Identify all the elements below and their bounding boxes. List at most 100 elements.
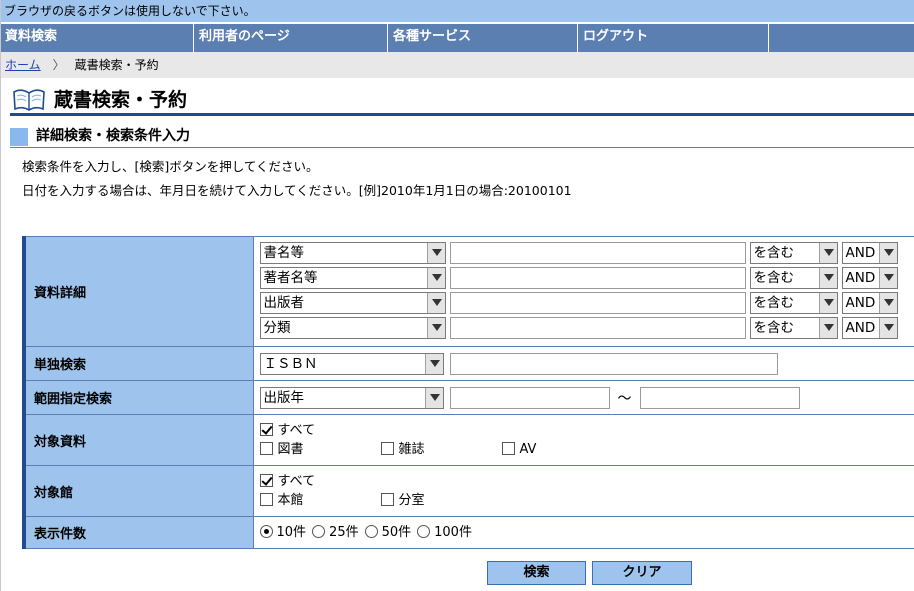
chevron-down-icon [878, 268, 897, 288]
page-edge [0, 0, 1, 591]
field-select[interactable]: 著者名等 [259, 267, 446, 289]
radio-icon [312, 525, 326, 538]
single-field-select[interactable]: ＩＳＢＮ [259, 352, 444, 375]
clear-button[interactable]: クリア [592, 561, 692, 585]
page-title: 蔵書検索・予約 [54, 89, 188, 111]
checkbox-icon [259, 442, 273, 455]
count-label: 表示件数 [22, 516, 254, 549]
section-title-bar: 詳細検索・検索条件入力 [10, 126, 914, 148]
range-search-label: 範囲指定検索 [22, 380, 254, 415]
match-select[interactable]: を含む [749, 267, 838, 289]
material-all-checkbox[interactable]: すべて [259, 421, 315, 440]
operator-select[interactable]: AND [841, 317, 898, 339]
match-select[interactable]: を含む [749, 317, 838, 339]
range-from-input[interactable] [449, 386, 610, 409]
detail-condition-row: 出版者 を含む AND [259, 292, 914, 316]
chevron-down-icon [426, 268, 445, 288]
page-title-bar: 蔵書検索・予約 [10, 86, 914, 116]
nav-logout[interactable]: ログアウト [578, 22, 769, 52]
nav-services[interactable]: 各種サービス [388, 22, 578, 52]
library-main-checkbox[interactable]: 本館 [259, 491, 381, 510]
single-search-row: 単独検索 ＩＳＢＮ [22, 346, 914, 381]
detail-condition-row: 分類 を含む AND [259, 317, 914, 341]
material-magazine-checkbox[interactable]: 雑誌 [380, 440, 502, 459]
checkbox-icon [380, 493, 394, 506]
chevron-down-icon [818, 268, 837, 288]
keyword-input[interactable] [449, 292, 746, 314]
checkbox-icon [259, 493, 273, 506]
radio-selected-icon [259, 525, 273, 538]
material-row: 対象資料 すべて 図書 雑誌 AV [22, 414, 914, 466]
chevron-down-icon [426, 293, 445, 313]
library-options: すべて 本館 分室 [253, 465, 914, 517]
keyword-input[interactable] [449, 242, 746, 264]
range-search-row: 範囲指定検索 出版年 ～ [22, 380, 914, 415]
single-search-label: 単独検索 [22, 346, 254, 381]
chevron-down-icon [424, 387, 443, 408]
operator-select[interactable]: AND [841, 267, 898, 289]
count-10-radio[interactable]: 10件 [259, 523, 306, 542]
chevron-down-icon [878, 243, 897, 263]
checkbox-icon [501, 442, 515, 455]
library-row: 対象館 すべて 本館 分室 [22, 465, 914, 517]
field-select[interactable]: 出版者 [259, 292, 446, 314]
search-button[interactable]: 検索 [487, 561, 586, 585]
chevron-down-icon [878, 293, 897, 313]
nav-search[interactable]: 資料検索 [0, 22, 194, 52]
material-options: すべて 図書 雑誌 AV [253, 414, 914, 466]
material-book-checkbox[interactable]: 図書 [259, 440, 381, 459]
range-to-input[interactable] [639, 386, 800, 409]
chevron-down-icon [878, 318, 897, 338]
count-options: 10件 25件 50件 100件 [253, 516, 914, 549]
single-search-input[interactable] [449, 352, 778, 375]
breadcrumb: ホーム〉蔵書検索・予約 [0, 52, 914, 78]
detail-condition-row: 書名等 を含む AND [259, 242, 914, 266]
chevron-down-icon [818, 318, 837, 338]
count-25-radio[interactable]: 25件 [312, 523, 359, 542]
chevron-down-icon [426, 243, 445, 263]
operator-select[interactable]: AND [841, 242, 898, 264]
checkbox-checked-icon [259, 423, 273, 436]
range-field-select[interactable]: 出版年 [259, 386, 444, 409]
nav-user-page[interactable]: 利用者のページ [194, 22, 388, 52]
detail-search-row: 資料詳細 書名等 を含む AND 著者名等 を含む AND 出版者 を含む AND 分類 を含… [22, 236, 914, 347]
range-tilde: ～ [617, 390, 632, 407]
field-select[interactable]: 書名等 [259, 242, 446, 264]
single-search-fields: ＩＳＢＮ [253, 346, 914, 381]
chevron-down-icon [818, 243, 837, 263]
nav-filler [769, 22, 914, 52]
instruction-text-2: 日付を入力する場合は、年月日を続けて入力してください。[例]2010年1月1日の… [22, 183, 572, 198]
checkbox-icon [380, 442, 394, 455]
detail-label: 資料詳細 [22, 236, 254, 347]
checkbox-checked-icon [259, 474, 273, 487]
breadcrumb-home-link[interactable]: ホーム [5, 58, 41, 72]
keyword-input[interactable] [449, 267, 746, 289]
notice-bar: ブラウザの戻るボタンは使用しないで下さい。 [0, 0, 914, 22]
library-all-checkbox[interactable]: すべて [259, 472, 315, 491]
detail-condition-row: 著者名等 を含む AND [259, 267, 914, 291]
material-av-checkbox[interactable]: AV [501, 440, 536, 459]
count-50-radio[interactable]: 50件 [364, 523, 411, 542]
chevron-down-icon [818, 293, 837, 313]
library-branch-checkbox[interactable]: 分室 [380, 491, 425, 510]
detail-fields: 書名等 を含む AND 著者名等 を含む AND 出版者 を含む AND 分類 を含む AND [253, 236, 914, 347]
open-book-icon [13, 89, 45, 111]
library-label: 対象館 [22, 465, 254, 517]
radio-icon [364, 525, 378, 538]
match-select[interactable]: を含む [749, 242, 838, 264]
count-100-radio[interactable]: 100件 [417, 523, 472, 542]
range-search-fields: 出版年 ～ [253, 380, 914, 415]
match-select[interactable]: を含む [749, 292, 838, 314]
radio-icon [417, 525, 431, 538]
operator-select[interactable]: AND [841, 292, 898, 314]
keyword-input[interactable] [449, 317, 746, 339]
section-title: 詳細検索・検索条件入力 [36, 128, 190, 144]
main-nav: 資料検索 利用者のページ 各種サービス ログアウト [0, 22, 914, 52]
count-row: 表示件数 10件 25件 50件 100件 [22, 516, 914, 549]
field-select[interactable]: 分類 [259, 317, 446, 339]
section-marker [10, 128, 28, 146]
chevron-down-icon [426, 318, 445, 338]
breadcrumb-separator: 〉 [52, 58, 65, 72]
search-form-table: 資料詳細 書名等 を含む AND 著者名等 を含む AND 出版者 を含む AND 分類 を含… [22, 236, 914, 549]
breadcrumb-current: 蔵書検索・予約 [74, 58, 159, 72]
